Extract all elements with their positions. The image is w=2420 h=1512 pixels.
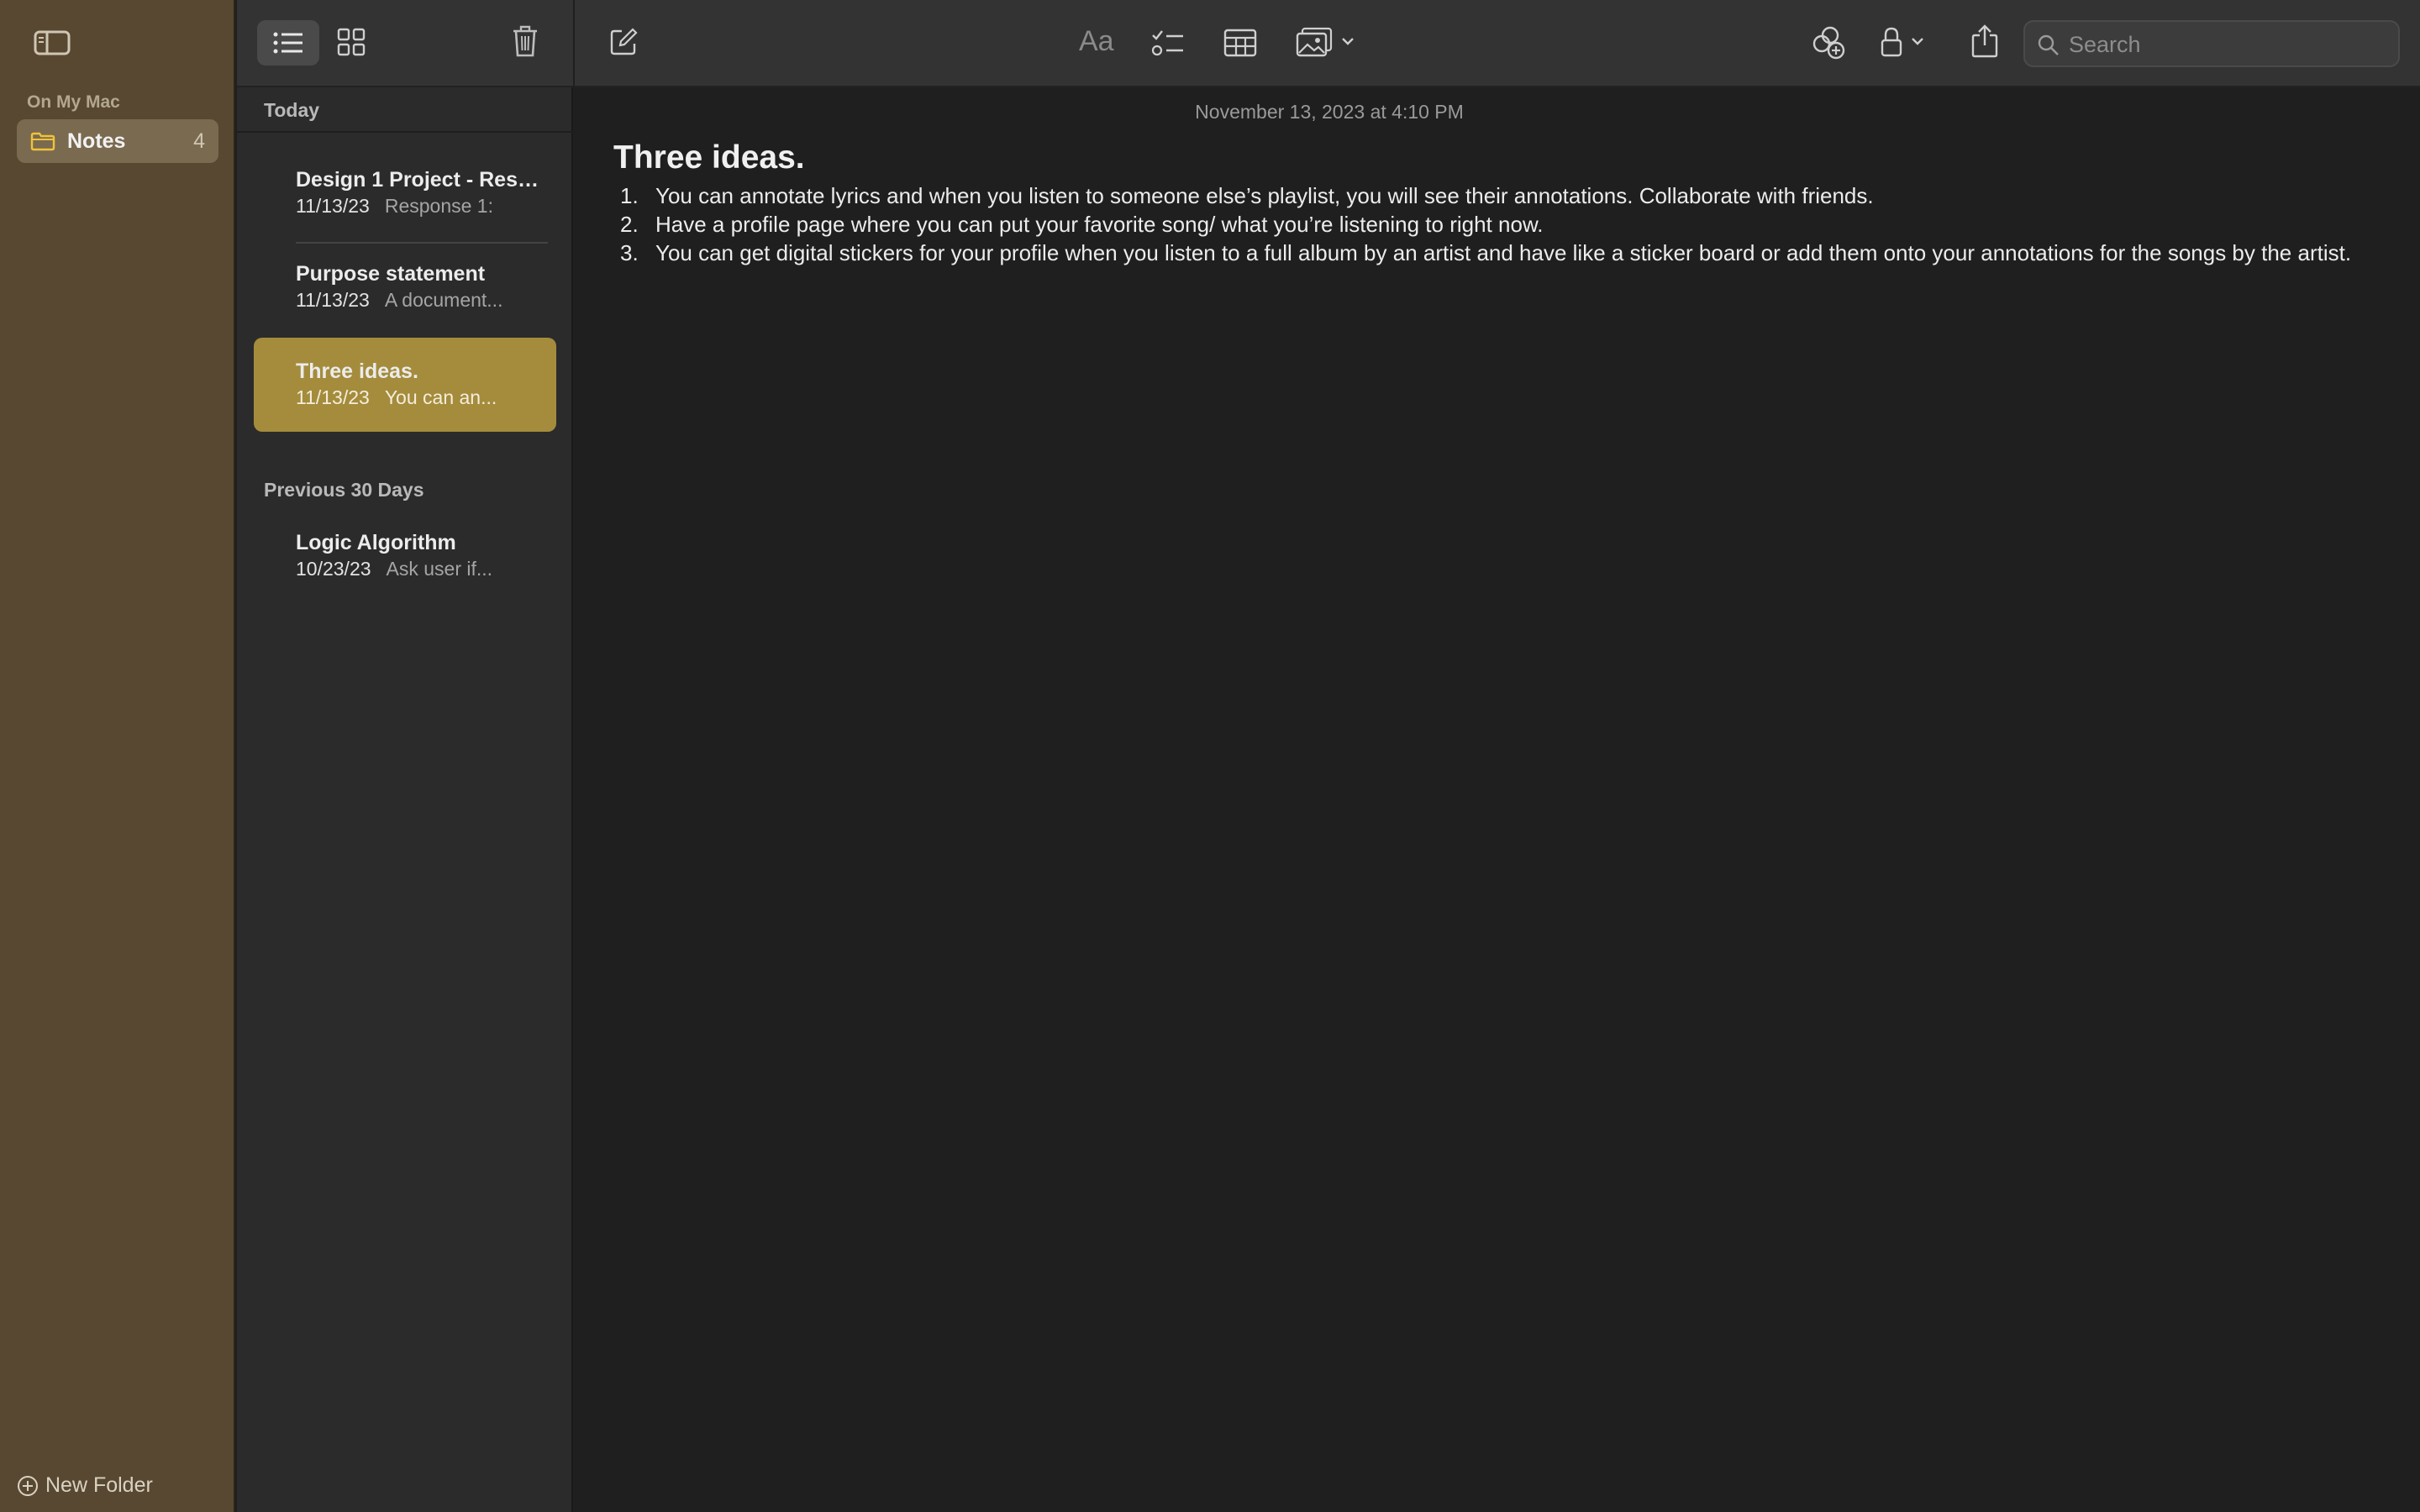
plus-circle-icon — [18, 1475, 38, 1496]
note-preview: Response 1: — [384, 195, 493, 217]
list-icon — [273, 32, 302, 54]
list-item: 2. Have a profile page where you can put … — [613, 210, 2378, 239]
note-meta: 11/13/23 Response 1: — [296, 195, 539, 218]
note-timestamp: November 13, 2023 at 4:10 PM — [1195, 101, 1464, 123]
note-date: 11/13/23 — [296, 195, 370, 217]
gallery-view-icon[interactable] — [336, 27, 366, 57]
note-heading: Three ideas. — [613, 139, 805, 176]
list-item-note[interactable]: Purpose statement 11/13/23 A document... — [254, 240, 556, 334]
note-meta: 11/13/23 A document... — [296, 289, 539, 312]
media-icon[interactable] — [1296, 27, 1363, 59]
list-item: 1. You can annotate lyrics and when you l… — [613, 181, 2378, 210]
list-item-note[interactable]: Design 1 Project - Response 1: 11/13/23 R… — [254, 146, 556, 240]
note-title: Purpose statement — [296, 262, 486, 286]
note-preview: Ask user if... — [386, 558, 493, 580]
note-title: Three ideas. — [296, 360, 418, 383]
new-folder-button[interactable]: New Folder — [17, 1473, 153, 1498]
search-field[interactable] — [2023, 20, 2400, 67]
folder-name: Notes — [67, 129, 126, 153]
new-folder-label: New Folder — [45, 1473, 153, 1497]
folder-icon — [30, 132, 55, 151]
list-item-note-selected[interactable]: Three ideas. 11/13/23 You can an... — [254, 338, 556, 432]
list-number: 2. — [620, 212, 639, 237]
format-text-button[interactable]: Aa — [1079, 25, 1114, 58]
sidebar: On My Mac Notes 4 New Folder — [0, 0, 235, 1512]
note-title: Design 1 Project - Response 1: — [296, 168, 539, 192]
note-editor[interactable]: November 13, 2023 at 4:10 PM Three ideas… — [575, 89, 2420, 1512]
group-header-today: Today — [264, 99, 320, 121]
note-title: Logic Algorithm — [296, 531, 456, 554]
section-label-on-my-mac: On My Mac — [27, 92, 120, 112]
group-header-previous-30-days: Previous 30 Days — [264, 479, 424, 501]
list-item: 3. You can get digital stickers for your … — [613, 239, 2378, 267]
note-preview: A document... — [384, 289, 503, 311]
sidebar-toggle-icon[interactable] — [34, 30, 71, 55]
list-number: 3. — [620, 240, 639, 265]
note-list-toolbar — [237, 0, 573, 87]
folder-count: 4 — [193, 129, 205, 153]
note-body: 1. You can annotate lyrics and when you l… — [613, 181, 2378, 267]
note-list: Today Design 1 Project - Response 1: 11/… — [237, 0, 573, 1512]
editor-toolbar: Aa — [575, 0, 2420, 87]
note-meta: 11/13/23 You can an... — [296, 386, 539, 409]
note-meta: 10/23/23 Ask user if... — [296, 558, 539, 580]
list-number: 1. — [620, 183, 639, 208]
list-view-button[interactable] — [257, 20, 319, 66]
compose-icon[interactable] — [608, 27, 639, 57]
search-input[interactable] — [2069, 29, 2388, 60]
note-date: 11/13/23 — [296, 386, 370, 408]
share-icon[interactable] — [1970, 24, 2000, 59]
collaborate-icon[interactable] — [1810, 25, 1847, 60]
search-icon — [2038, 34, 2059, 55]
list-text: You can annotate lyrics and when you lis… — [655, 183, 1874, 208]
note-date: 11/13/23 — [296, 289, 370, 311]
list-text: You can get digital stickers for your pr… — [655, 240, 2352, 265]
list-text: Have a profile page where you can put yo… — [655, 212, 1544, 237]
lock-icon[interactable] — [1879, 25, 1933, 60]
sidebar-item-notes[interactable]: Notes 4 — [17, 119, 218, 163]
table-icon[interactable] — [1223, 29, 1257, 57]
note-date: 10/23/23 — [296, 558, 371, 580]
trash-icon[interactable] — [511, 24, 539, 59]
divider — [237, 131, 573, 133]
numbered-list: 1. You can annotate lyrics and when you l… — [613, 181, 2378, 267]
list-item-note[interactable]: Logic Algorithm 10/23/23 Ask user if... — [254, 509, 556, 603]
checklist-icon[interactable] — [1151, 29, 1185, 59]
note-preview: You can an... — [384, 386, 497, 408]
